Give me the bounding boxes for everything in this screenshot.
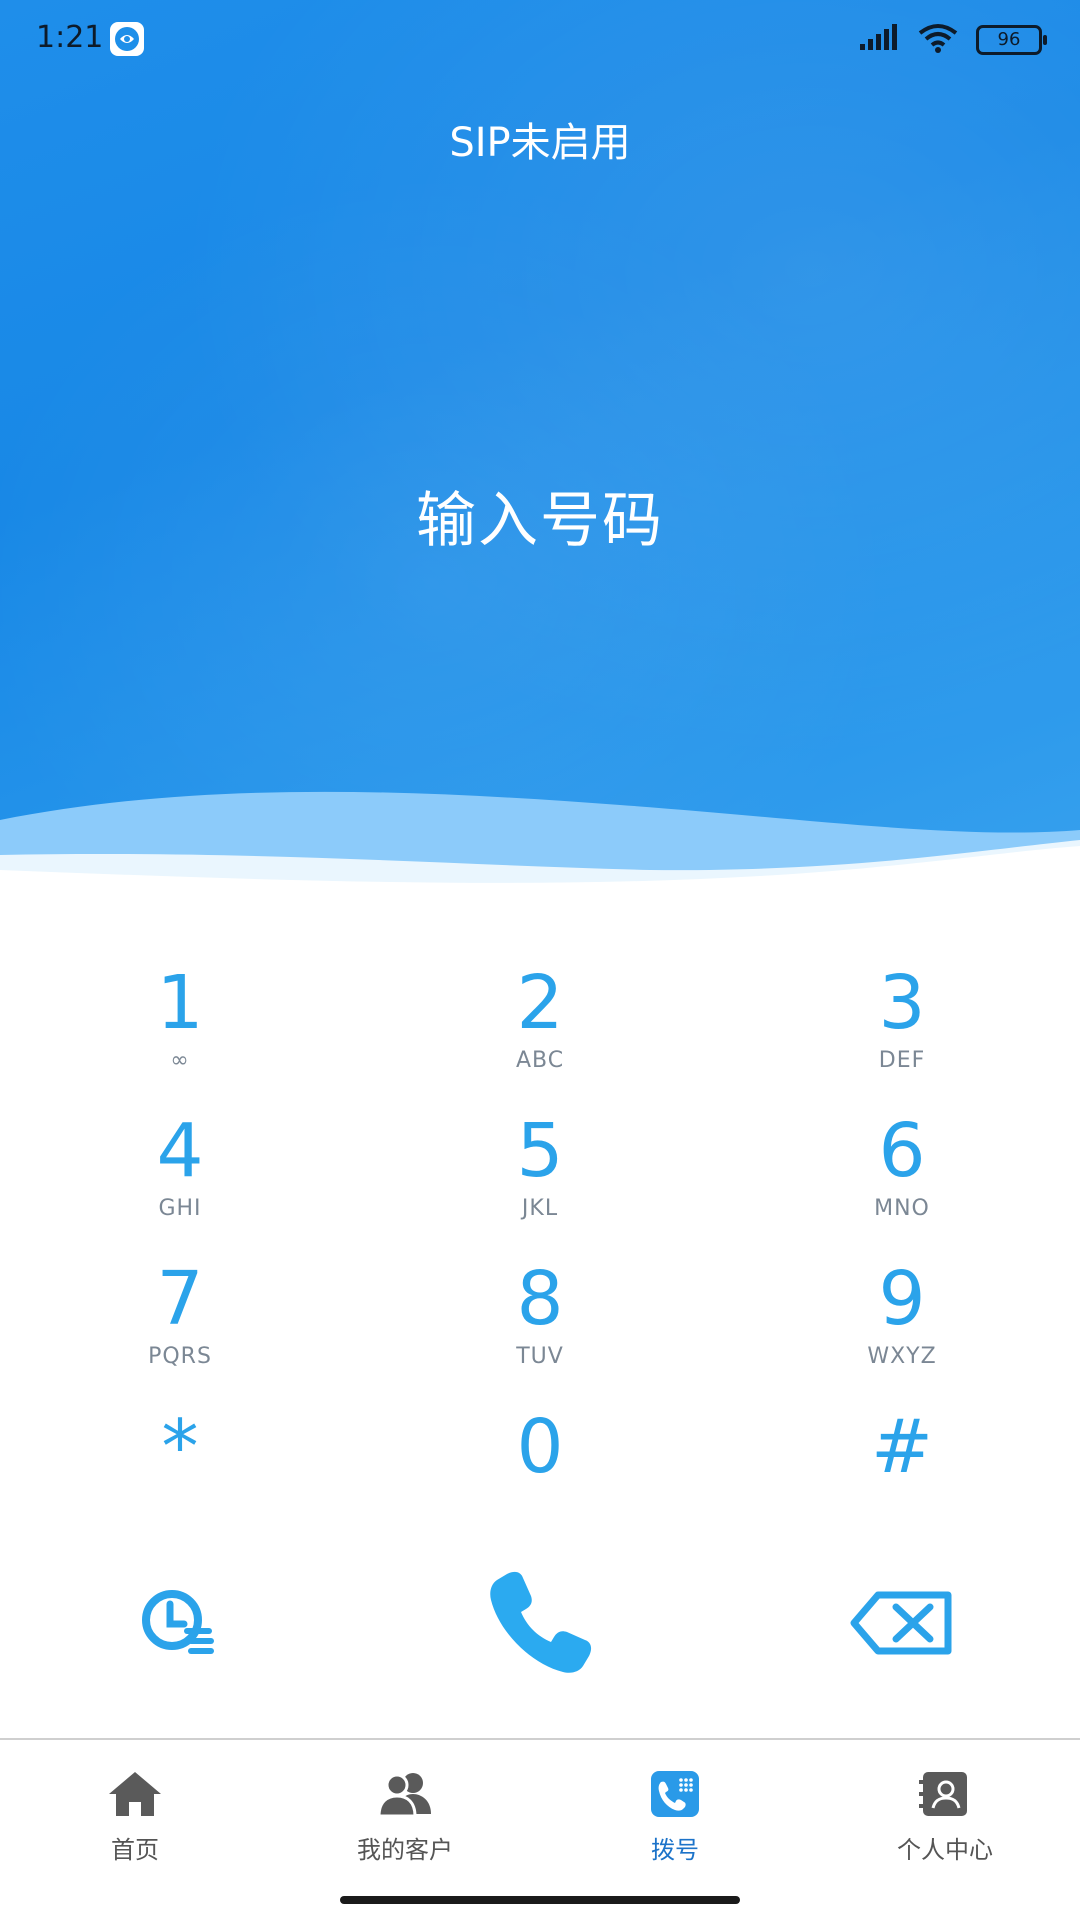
call-button[interactable]	[470, 1560, 610, 1690]
key-letters: WXYZ	[867, 1344, 937, 1369]
key-digit: #	[870, 1404, 933, 1490]
key-letters: MNO	[874, 1196, 930, 1221]
key-2[interactable]: 2 ABC	[420, 960, 660, 1090]
key-digit: 3	[878, 960, 926, 1046]
key-letters: DEF	[878, 1048, 926, 1073]
key-4[interactable]: 4 GHI	[60, 1108, 300, 1238]
key-letters: TUV	[516, 1344, 564, 1369]
key-1[interactable]: 1 ∞	[60, 960, 300, 1090]
key-7[interactable]: 7 PQRS	[60, 1256, 300, 1386]
bottom-tab-bar: 首页 我的客户 拨号 个人中心	[0, 1738, 1080, 1922]
key-digit: 4	[156, 1108, 204, 1194]
signal-icon	[860, 24, 900, 56]
header-wave	[0, 791, 1080, 900]
keypad-row: 7 PQRS 8 TUV 9 WXYZ	[0, 1256, 1080, 1404]
customers-icon	[295, 1770, 515, 1820]
status-time: 1:21	[36, 20, 104, 55]
key-digit: 1	[156, 960, 204, 1046]
key-3[interactable]: 3 DEF	[782, 960, 1022, 1090]
tab-home[interactable]: 首页	[25, 1770, 245, 1865]
key-letters: ABC	[515, 1048, 565, 1073]
tab-label: 首页	[111, 1836, 159, 1864]
backspace-button[interactable]	[832, 1560, 972, 1690]
sip-status-label: SIP未启用	[449, 120, 631, 166]
key-letters: ∞	[170, 1048, 190, 1073]
dial-actions	[0, 1560, 1080, 1690]
home-indicator[interactable]	[340, 1896, 740, 1904]
call-history-icon	[140, 1588, 220, 1662]
phone-icon	[485, 1568, 595, 1682]
key-digit: 0	[516, 1404, 564, 1490]
key-digit: *	[161, 1404, 199, 1490]
tab-dial[interactable]: 拨号	[565, 1770, 785, 1865]
key-5[interactable]: 5 JKL	[420, 1108, 660, 1238]
key-digit: 2	[516, 960, 564, 1046]
call-history-button[interactable]	[110, 1560, 250, 1690]
key-digit: 5	[516, 1108, 564, 1194]
key-8[interactable]: 8 TUV	[420, 1256, 660, 1386]
key-digit: 9	[878, 1256, 926, 1342]
app-badge-icon	[110, 22, 144, 56]
home-icon	[25, 1770, 245, 1820]
key-hash[interactable]: #	[782, 1404, 1022, 1534]
tab-customers[interactable]: 我的客户	[295, 1770, 515, 1865]
key-letters: GHI	[158, 1196, 202, 1221]
key-letters: PQRS	[148, 1344, 212, 1369]
key-6[interactable]: 6 MNO	[782, 1108, 1022, 1238]
dial-keypad: 1 ∞ 2 ABC 3 DEF 4 GHI 5 JKL 6 MNO 7 PQRS 8 TUV 9…	[0, 960, 1080, 1552]
key-9[interactable]: 9 WXYZ	[782, 1256, 1022, 1386]
wifi-icon	[918, 23, 958, 57]
key-star[interactable]: *	[60, 1404, 300, 1534]
tab-label: 我的客户	[357, 1836, 453, 1864]
keypad-row: * 0 #	[0, 1404, 1080, 1552]
tab-profile[interactable]: 个人中心	[835, 1770, 1055, 1865]
keypad-row: 4 GHI 5 JKL 6 MNO	[0, 1108, 1080, 1256]
contact-card-icon	[835, 1770, 1055, 1820]
key-digit: 8	[516, 1256, 564, 1342]
status-indicators: 96	[860, 23, 1047, 57]
key-digit: 7	[156, 1256, 204, 1342]
dialpad-icon	[565, 1770, 785, 1820]
keypad-row: 1 ∞ 2 ABC 3 DEF	[0, 960, 1080, 1108]
key-0[interactable]: 0	[420, 1404, 660, 1534]
backspace-icon	[850, 1591, 954, 1659]
key-digit: 6	[878, 1108, 926, 1194]
tab-label: 个人中心	[897, 1836, 993, 1864]
number-input-display[interactable]: 输入号码	[0, 472, 1080, 559]
battery-icon: 96	[976, 25, 1047, 55]
tab-label: 拨号	[651, 1836, 699, 1864]
key-letters: JKL	[521, 1196, 559, 1221]
status-bar: 1:21 96	[0, 0, 1080, 80]
